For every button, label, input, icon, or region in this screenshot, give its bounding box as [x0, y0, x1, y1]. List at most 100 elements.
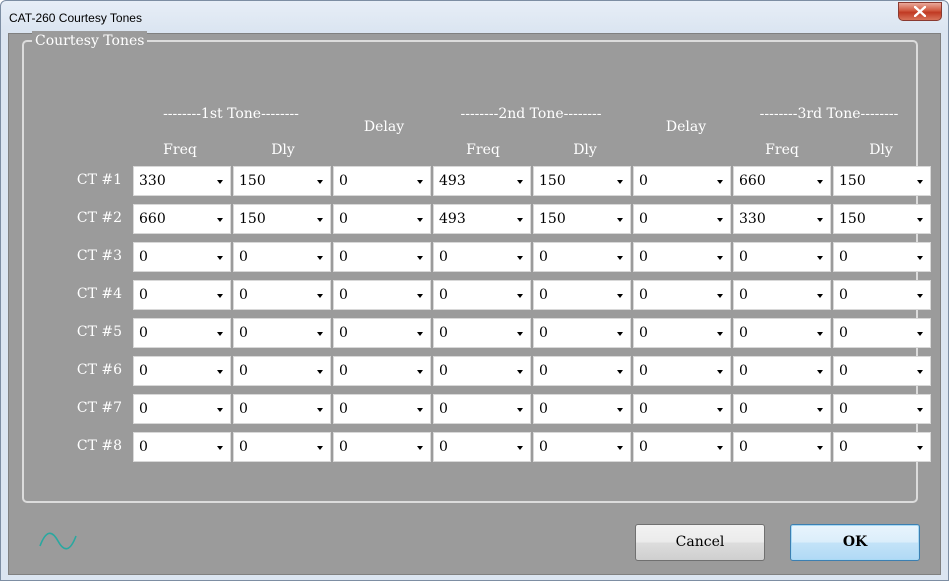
dropdown-arrow-icon[interactable] — [310, 395, 330, 423]
ct1-dly2-combo[interactable]: 150 — [533, 166, 631, 196]
ct7-dly1-combo[interactable]: 0 — [233, 394, 331, 424]
dropdown-arrow-icon[interactable] — [810, 243, 830, 271]
ct3-delay2-combo[interactable]: 0 — [633, 242, 731, 272]
dropdown-arrow-icon[interactable] — [310, 319, 330, 347]
ct5-freq1-combo[interactable]: 0 — [133, 318, 231, 348]
cancel-button[interactable]: Cancel — [635, 524, 765, 561]
dropdown-arrow-icon[interactable] — [210, 357, 230, 385]
ct5-dly3-combo[interactable]: 0 — [833, 318, 931, 348]
dropdown-arrow-icon[interactable] — [510, 395, 530, 423]
ct5-delay1-combo[interactable]: 0 — [333, 318, 431, 348]
dropdown-arrow-icon[interactable] — [410, 357, 430, 385]
dropdown-arrow-icon[interactable] — [810, 357, 830, 385]
dropdown-arrow-icon[interactable] — [510, 319, 530, 347]
dropdown-arrow-icon[interactable] — [310, 281, 330, 309]
ct3-dly3-combo[interactable]: 0 — [833, 242, 931, 272]
ct7-dly2-combo[interactable]: 0 — [533, 394, 631, 424]
dropdown-arrow-icon[interactable] — [810, 433, 830, 461]
dropdown-arrow-icon[interactable] — [610, 205, 630, 233]
ct5-freq3-combo[interactable]: 0 — [733, 318, 831, 348]
ct1-dly1-combo[interactable]: 150 — [233, 166, 331, 196]
ct2-dly1-combo[interactable]: 150 — [233, 204, 331, 234]
dropdown-arrow-icon[interactable] — [710, 167, 730, 195]
dropdown-arrow-icon[interactable] — [510, 205, 530, 233]
ct6-delay2-combo[interactable]: 0 — [633, 356, 731, 386]
ct7-dly3-combo[interactable]: 0 — [833, 394, 931, 424]
dropdown-arrow-icon[interactable] — [210, 319, 230, 347]
dropdown-arrow-icon[interactable] — [710, 319, 730, 347]
ct4-freq3-combo[interactable]: 0 — [733, 280, 831, 310]
ct2-freq3-combo[interactable]: 330 — [733, 204, 831, 234]
ct4-freq2-combo[interactable]: 0 — [433, 280, 531, 310]
dropdown-arrow-icon[interactable] — [710, 243, 730, 271]
dropdown-arrow-icon[interactable] — [610, 281, 630, 309]
dropdown-arrow-icon[interactable] — [410, 433, 430, 461]
dropdown-arrow-icon[interactable] — [310, 357, 330, 385]
dropdown-arrow-icon[interactable] — [910, 205, 930, 233]
dropdown-arrow-icon[interactable] — [410, 281, 430, 309]
ct3-delay1-combo[interactable]: 0 — [333, 242, 431, 272]
dropdown-arrow-icon[interactable] — [910, 319, 930, 347]
ct2-delay2-combo[interactable]: 0 — [633, 204, 731, 234]
ct1-dly3-combo[interactable]: 150 — [833, 166, 931, 196]
ct8-delay2-combo[interactable]: 0 — [633, 432, 731, 462]
ct3-dly2-combo[interactable]: 0 — [533, 242, 631, 272]
dropdown-arrow-icon[interactable] — [610, 357, 630, 385]
ct6-freq1-combo[interactable]: 0 — [133, 356, 231, 386]
ct8-dly1-combo[interactable]: 0 — [233, 432, 331, 462]
dropdown-arrow-icon[interactable] — [410, 167, 430, 195]
ct1-delay2-combo[interactable]: 0 — [633, 166, 731, 196]
ct2-dly2-combo[interactable]: 150 — [533, 204, 631, 234]
dropdown-arrow-icon[interactable] — [410, 395, 430, 423]
dropdown-arrow-icon[interactable] — [210, 395, 230, 423]
dropdown-arrow-icon[interactable] — [710, 395, 730, 423]
ct4-dly2-combo[interactable]: 0 — [533, 280, 631, 310]
dropdown-arrow-icon[interactable] — [310, 243, 330, 271]
dropdown-arrow-icon[interactable] — [510, 281, 530, 309]
dropdown-arrow-icon[interactable] — [210, 205, 230, 233]
dropdown-arrow-icon[interactable] — [810, 319, 830, 347]
ct4-dly3-combo[interactable]: 0 — [833, 280, 931, 310]
ct2-freq2-combo[interactable]: 493 — [433, 204, 531, 234]
ct6-freq3-combo[interactable]: 0 — [733, 356, 831, 386]
dropdown-arrow-icon[interactable] — [210, 281, 230, 309]
dropdown-arrow-icon[interactable] — [910, 395, 930, 423]
ct1-freq3-combo[interactable]: 660 — [733, 166, 831, 196]
ct8-freq1-combo[interactable]: 0 — [133, 432, 231, 462]
ct5-dly2-combo[interactable]: 0 — [533, 318, 631, 348]
dropdown-arrow-icon[interactable] — [510, 243, 530, 271]
ct1-delay1-combo[interactable]: 0 — [333, 166, 431, 196]
ct8-dly2-combo[interactable]: 0 — [533, 432, 631, 462]
ct1-freq2-combo[interactable]: 493 — [433, 166, 531, 196]
ct3-freq3-combo[interactable]: 0 — [733, 242, 831, 272]
ct8-dly3-combo[interactable]: 0 — [833, 432, 931, 462]
dropdown-arrow-icon[interactable] — [710, 357, 730, 385]
ct4-delay2-combo[interactable]: 0 — [633, 280, 731, 310]
dropdown-arrow-icon[interactable] — [610, 433, 630, 461]
ct6-dly1-combo[interactable]: 0 — [233, 356, 331, 386]
ct3-freq2-combo[interactable]: 0 — [433, 242, 531, 272]
title-bar[interactable]: CAT-260 Courtesy Tones — [1, 1, 948, 34]
dropdown-arrow-icon[interactable] — [910, 281, 930, 309]
ct8-delay1-combo[interactable]: 0 — [333, 432, 431, 462]
ct7-freq1-combo[interactable]: 0 — [133, 394, 231, 424]
dropdown-arrow-icon[interactable] — [210, 433, 230, 461]
dropdown-arrow-icon[interactable] — [810, 205, 830, 233]
ct6-freq2-combo[interactable]: 0 — [433, 356, 531, 386]
ct2-delay1-combo[interactable]: 0 — [333, 204, 431, 234]
dropdown-arrow-icon[interactable] — [910, 433, 930, 461]
ct5-dly1-combo[interactable]: 0 — [233, 318, 331, 348]
dropdown-arrow-icon[interactable] — [210, 167, 230, 195]
dropdown-arrow-icon[interactable] — [510, 167, 530, 195]
ct7-delay1-combo[interactable]: 0 — [333, 394, 431, 424]
ct8-freq3-combo[interactable]: 0 — [733, 432, 831, 462]
dropdown-arrow-icon[interactable] — [610, 243, 630, 271]
ct6-dly3-combo[interactable]: 0 — [833, 356, 931, 386]
ct3-dly1-combo[interactable]: 0 — [233, 242, 331, 272]
ct7-freq3-combo[interactable]: 0 — [733, 394, 831, 424]
dropdown-arrow-icon[interactable] — [610, 167, 630, 195]
ok-button[interactable]: OK — [790, 524, 920, 561]
ct4-freq1-combo[interactable]: 0 — [133, 280, 231, 310]
dropdown-arrow-icon[interactable] — [910, 167, 930, 195]
dropdown-arrow-icon[interactable] — [610, 395, 630, 423]
